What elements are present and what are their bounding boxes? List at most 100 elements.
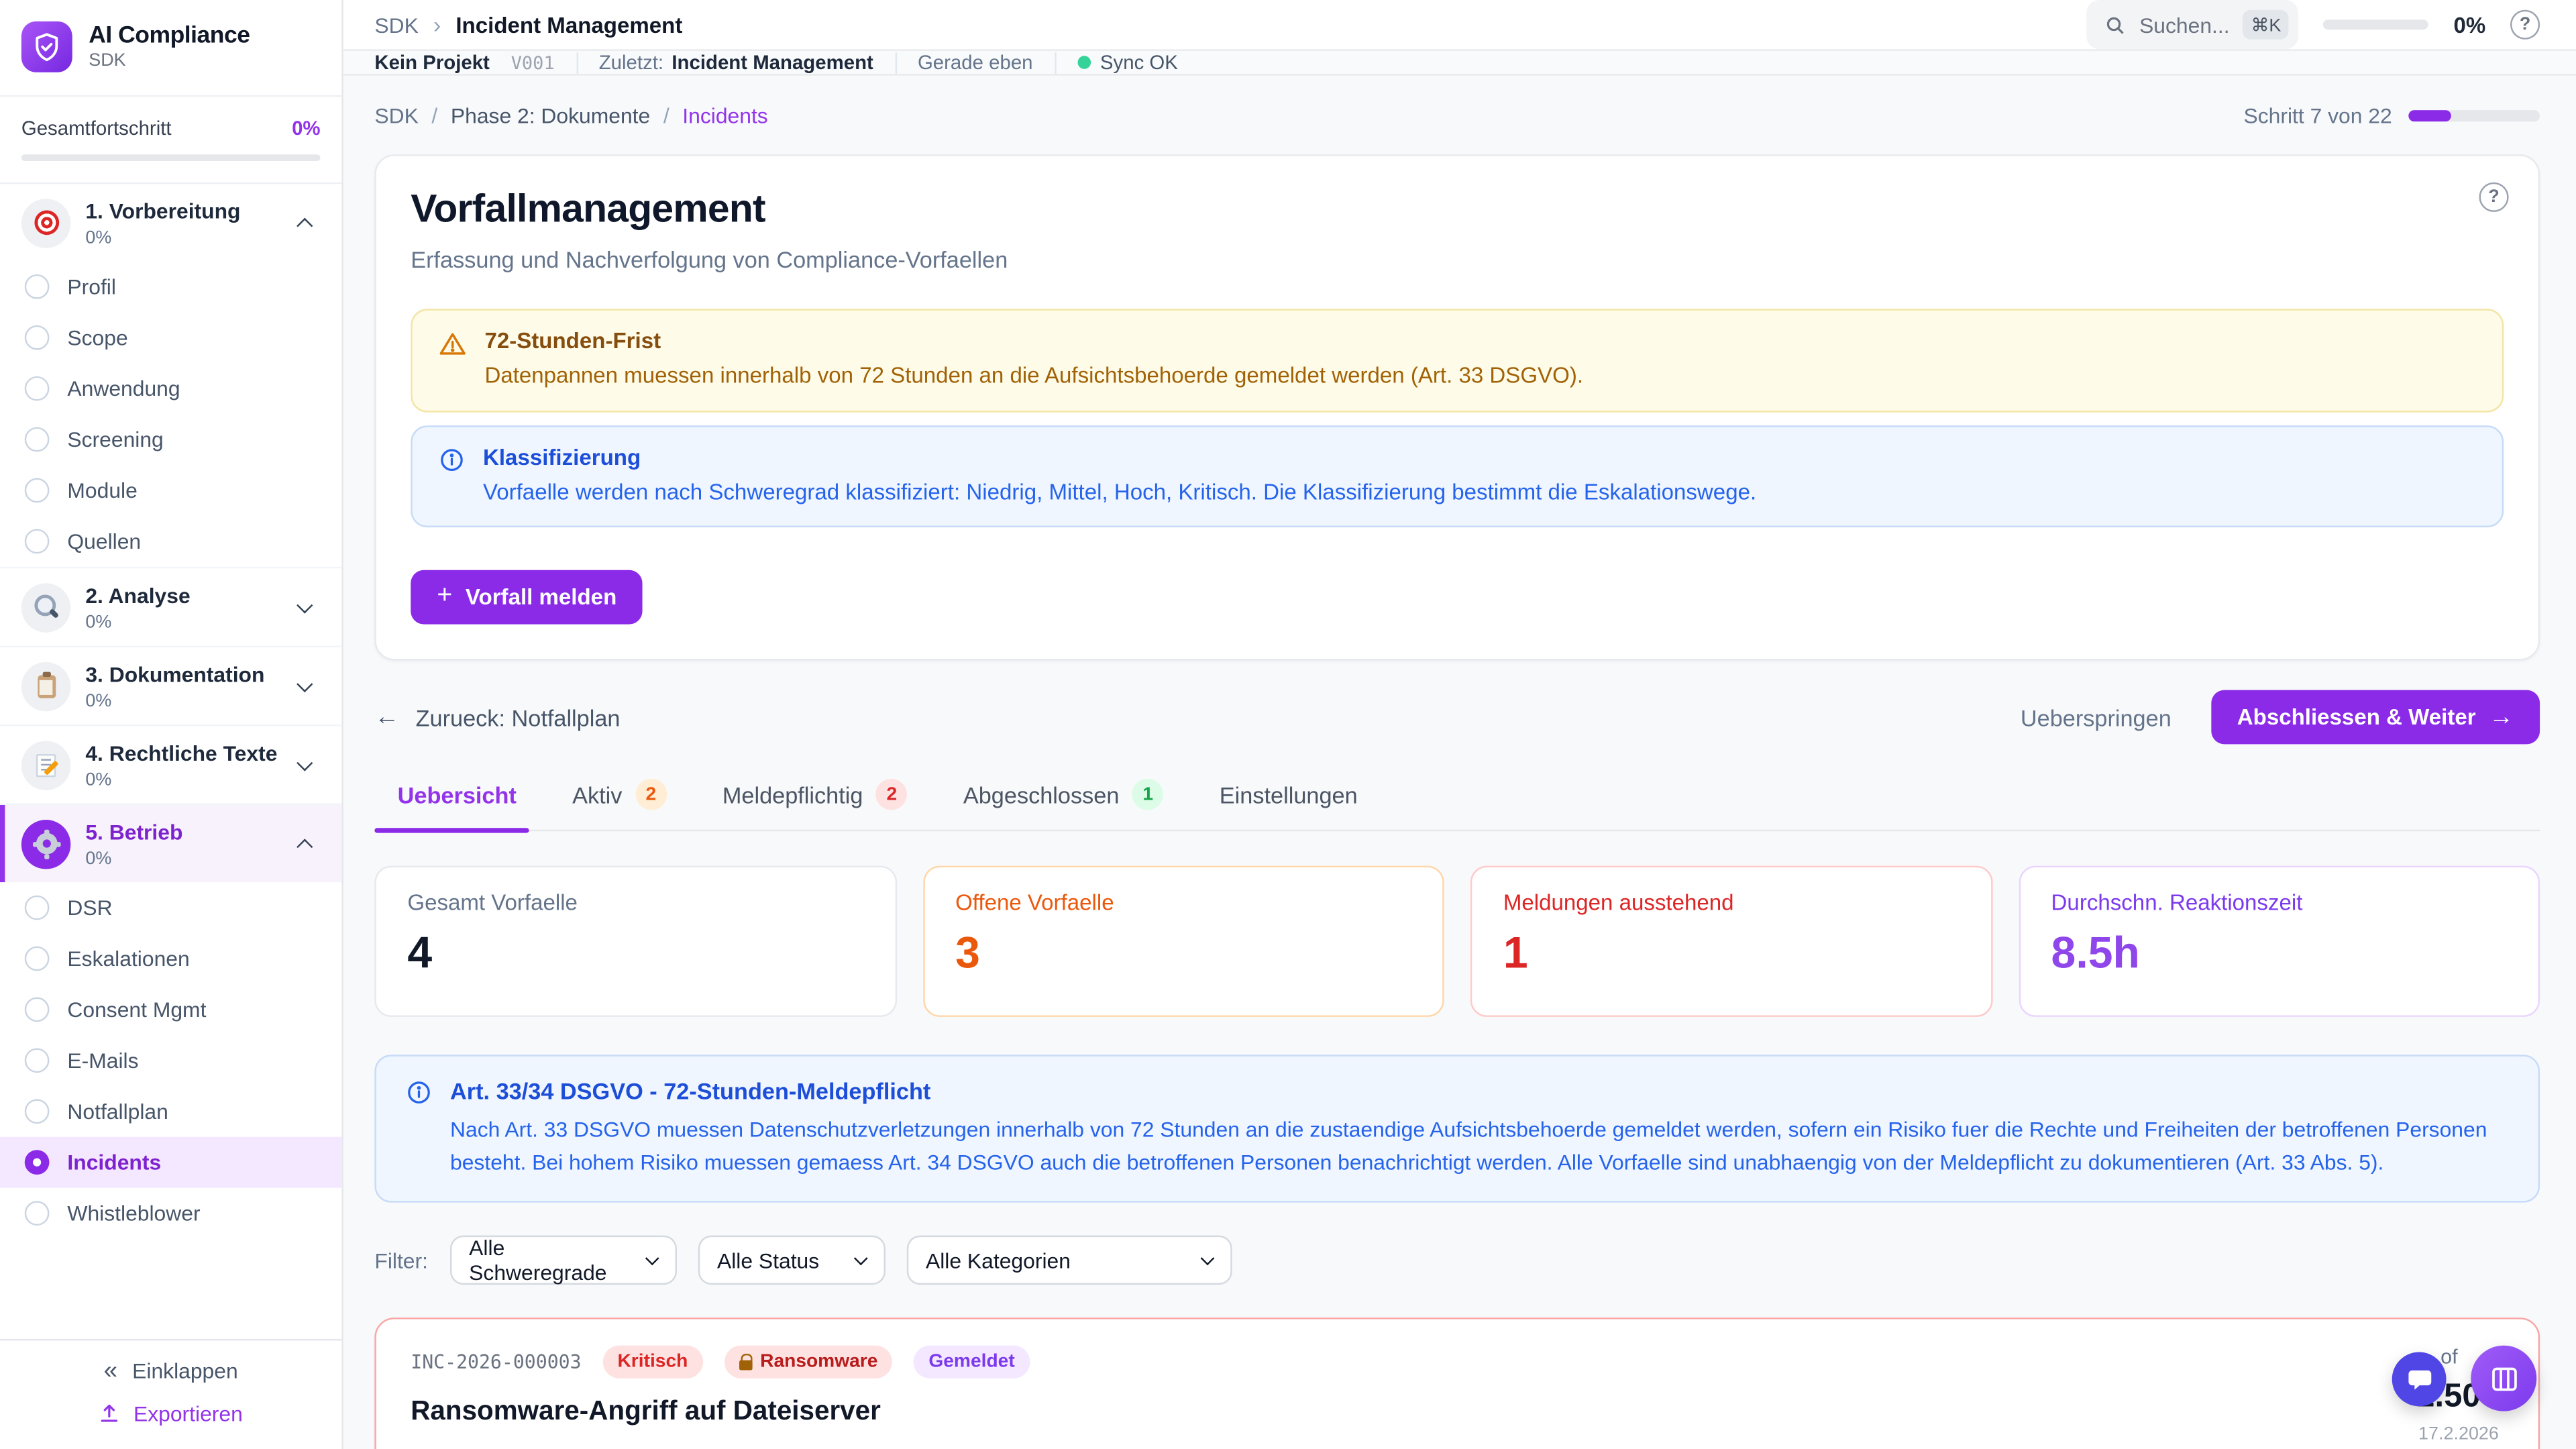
chevron-up-icon xyxy=(297,217,313,233)
collapse-sidebar-button[interactable]: « Einklappen xyxy=(104,1358,238,1383)
double-chevron-left-icon: « xyxy=(104,1358,117,1383)
sidebar-item-eskalationen[interactable]: Eskalationen xyxy=(0,933,341,984)
sidebar-item-notfallplan[interactable]: Notfallplan xyxy=(0,1086,341,1137)
breadcrumb-chevron-icon: › xyxy=(433,11,441,38)
section-progress: 0% xyxy=(85,849,284,869)
arrow-left-icon: ← xyxy=(374,705,399,730)
topbar-breadcrumb-root[interactable]: SDK xyxy=(374,12,418,37)
help-icon[interactable]: ? xyxy=(2479,182,2509,212)
tab-count-badge: 2 xyxy=(635,779,667,810)
incident-metric-date: 17.2.2026 xyxy=(2416,1425,2499,1444)
breadcrumb-separator: / xyxy=(431,103,437,128)
skip-button[interactable]: Ueberspringen xyxy=(2021,704,2171,731)
radio-icon xyxy=(25,376,50,401)
sidebar-item-anwendung[interactable]: Anwendung xyxy=(0,363,341,414)
tab-label: Abgeschlossen xyxy=(963,782,1120,808)
nav-section-header-vorbereitung[interactable]: 1. Vorbereitung 0% xyxy=(0,184,341,261)
section-title: 2. Analyse xyxy=(85,583,190,608)
sidebar-item-label: Whistleblower xyxy=(67,1201,200,1226)
sidebar-item-module[interactable]: Module xyxy=(0,465,341,516)
nav-section-header-betrieb[interactable]: 5. Betrieb 0% xyxy=(0,805,341,882)
chevron-down-icon xyxy=(853,1251,867,1265)
magnifier-icon xyxy=(21,582,70,631)
section-title: 1. Vorbereitung xyxy=(85,199,240,223)
overall-progress-value: 0% xyxy=(292,117,320,140)
memo-icon xyxy=(21,740,70,789)
search-input[interactable]: Suchen... ⌘K xyxy=(2087,0,2300,49)
panel-toggle-button[interactable] xyxy=(2471,1346,2536,1411)
stat-value: 8.5h xyxy=(2051,928,2508,979)
nav-section-betrieb: 5. Betrieb 0% DSR Eskalationen Consent M… xyxy=(0,804,341,1239)
back-link[interactable]: ← Zurueck: Notfallplan xyxy=(374,704,620,731)
sidebar-item-scope[interactable]: Scope xyxy=(0,312,341,363)
radio-icon xyxy=(25,478,50,503)
radio-icon xyxy=(25,998,50,1022)
regulation-title: Art. 33/34 DSGVO - 72-Stunden-Meldepflic… xyxy=(450,1078,2509,1104)
category-badge: Ransomware xyxy=(724,1346,892,1379)
divider xyxy=(895,52,896,73)
sidebar-item-profil[interactable]: Profil xyxy=(0,261,341,312)
sidebar-item-label: Module xyxy=(67,478,137,503)
nav-section-header-analyse[interactable]: 2. Analyse 0% xyxy=(0,568,341,645)
sidebar-item-consent-mgmt[interactable]: Consent Mgmt xyxy=(0,984,341,1035)
filter-label: Filter: xyxy=(374,1248,428,1273)
app-title: AI Compliance xyxy=(89,23,250,49)
radio-icon xyxy=(25,947,50,971)
chat-button[interactable] xyxy=(2392,1352,2447,1407)
sidebar-item-e-mails[interactable]: E-Mails xyxy=(0,1035,341,1086)
sidebar-item-label: Quellen xyxy=(67,529,141,554)
radio-icon xyxy=(25,529,50,554)
breadcrumb-root[interactable]: SDK xyxy=(374,103,418,128)
tab-bar: Uebersicht Aktiv 2 Meldepflichtig 2 Abge… xyxy=(374,779,2540,831)
tab-abgeschlossen[interactable]: Abgeschlossen 1 xyxy=(963,779,1164,830)
sidebar-footer: « Einklappen Exportieren xyxy=(0,1339,341,1449)
complete-next-button[interactable]: Abschliessen & Weiter → xyxy=(2211,690,2540,745)
section-title: 5. Betrieb xyxy=(85,820,182,845)
category-filter-select[interactable]: Alle Kategorien xyxy=(906,1236,1232,1285)
report-incident-button[interactable]: + Vorfall melden xyxy=(411,570,643,625)
search-placeholder: Suchen... xyxy=(2139,12,2230,37)
tab-meldepflichtig[interactable]: Meldepflichtig 2 xyxy=(722,779,908,830)
export-button[interactable]: Exportieren xyxy=(99,1401,243,1426)
sidebar-item-label: Anwendung xyxy=(67,376,180,401)
nav-section-vorbereitung: 1. Vorbereitung 0% Profil Scope Anwendun… xyxy=(0,184,341,567)
stat-label: Durchschn. Reaktionszeit xyxy=(2051,891,2508,916)
sidebar-item-whistleblower[interactable]: Whistleblower xyxy=(0,1188,341,1239)
info-circle-icon xyxy=(406,1079,432,1106)
lock-icon xyxy=(739,1360,752,1369)
breadcrumb-phase[interactable]: Phase 2: Dokumente xyxy=(451,103,650,128)
upload-icon xyxy=(99,1403,121,1424)
sidebar-item-label: Profil xyxy=(67,274,116,299)
sync-ok-dot-icon xyxy=(1077,56,1091,69)
tab-einstellungen[interactable]: Einstellungen xyxy=(1220,779,1358,830)
project-name: Kein Projekt xyxy=(374,51,490,74)
status-filter-select[interactable]: Alle Status xyxy=(698,1236,885,1285)
nav-section-rechtliche-texte: 4. Rechtliche Texte 0% xyxy=(0,724,341,804)
columns-icon xyxy=(2488,1362,2520,1394)
nav-section-header-rechtliche-texte[interactable]: 4. Rechtliche Texte 0% xyxy=(0,726,341,803)
incident-card[interactable]: INC-2026-000003 Kritisch Ransomware Geme… xyxy=(374,1318,2540,1449)
section-progress: 0% xyxy=(85,228,284,248)
sidebar-item-label: Scope xyxy=(67,325,127,350)
radio-icon xyxy=(25,274,50,299)
tab-aktiv[interactable]: Aktiv 2 xyxy=(572,779,666,830)
sidebar-item-dsr[interactable]: DSR xyxy=(0,882,341,933)
divider xyxy=(576,52,577,73)
sidebar-nav: 1. Vorbereitung 0% Profil Scope Anwendun… xyxy=(0,184,341,1339)
sync-label: Sync OK xyxy=(1100,51,1178,74)
help-icon[interactable]: ? xyxy=(2510,10,2540,40)
section-progress: 0% xyxy=(85,771,284,790)
step-progress-bar xyxy=(2408,110,2540,121)
sidebar-item-quellen[interactable]: Quellen xyxy=(0,516,341,567)
topbar: SDK › Incident Management Suchen... ⌘K 0… xyxy=(343,0,2576,51)
severity-filter-select[interactable]: Alle Schweregrade xyxy=(449,1236,676,1285)
arrow-right-icon: → xyxy=(2489,705,2514,730)
last-value: Incident Management xyxy=(672,51,873,74)
sidebar-item-screening[interactable]: Screening xyxy=(0,414,341,465)
sidebar-item-incidents[interactable]: Incidents xyxy=(0,1137,341,1188)
section-title: 3. Dokumentation xyxy=(85,662,264,687)
tab-uebersicht[interactable]: Uebersicht xyxy=(398,779,517,830)
report-incident-label: Vorfall melden xyxy=(466,585,616,610)
nav-section-header-dokumentation[interactable]: 3. Dokumentation 0% xyxy=(0,647,341,724)
page-content: SDK / Phase 2: Dokumente / Incidents Sch… xyxy=(343,76,2576,1449)
